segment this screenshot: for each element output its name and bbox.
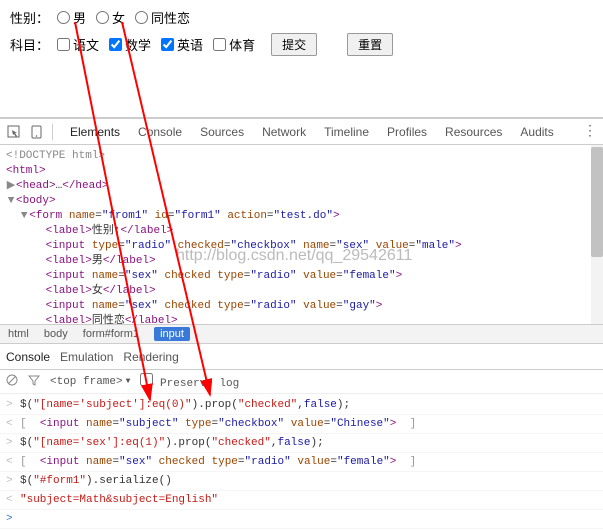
console-body[interactable]: >$("[name='subject']:eq(0)").prop("check… bbox=[0, 394, 603, 531]
el-doctype: <!DOCTYPE html> bbox=[6, 150, 105, 162]
tab-console[interactable]: Console bbox=[129, 120, 191, 144]
drawer-tab-rendering[interactable]: Rendering bbox=[123, 350, 178, 364]
elements-scrollbar[interactable] bbox=[591, 145, 603, 324]
tab-profiles[interactable]: Profiles bbox=[378, 120, 436, 144]
submit-button[interactable]: 提交 bbox=[271, 33, 317, 56]
tab-network[interactable]: Network bbox=[253, 120, 315, 144]
radio-female[interactable] bbox=[96, 11, 109, 24]
page-form-area: 性别： 男 女 同性恋 科目： 语文 数学 英语 体育 提交 重置 bbox=[0, 0, 603, 118]
drawer-tab-emulation[interactable]: Emulation bbox=[60, 350, 113, 364]
devtools-tabs: Elements Console Sources Network Timelin… bbox=[61, 120, 563, 144]
devtools: Elements Console Sources Network Timelin… bbox=[0, 118, 603, 531]
tab-audits[interactable]: Audits bbox=[511, 120, 562, 144]
filter-icon[interactable] bbox=[28, 374, 40, 390]
crumb-form[interactable]: form#form1 bbox=[83, 328, 139, 340]
opt-english[interactable]: 英语 bbox=[161, 35, 203, 54]
console-drawer-tabs: Console Emulation Rendering bbox=[0, 344, 603, 370]
reset-button[interactable]: 重置 bbox=[347, 33, 393, 56]
tab-timeline[interactable]: Timeline bbox=[315, 120, 378, 144]
drawer-tab-console[interactable]: Console bbox=[6, 350, 50, 364]
tab-sources[interactable]: Sources bbox=[191, 120, 253, 144]
opt-female[interactable]: 女 bbox=[96, 8, 125, 27]
devtools-toolbar: Elements Console Sources Network Timelin… bbox=[0, 119, 603, 145]
opt-pe[interactable]: 体育 bbox=[213, 35, 255, 54]
check-chinese[interactable] bbox=[57, 38, 70, 51]
elements-panel[interactable]: <!DOCTYPE html> <html> ▶<head>…</head> ▼… bbox=[0, 145, 603, 325]
breadcrumb: html body form#form1 input bbox=[0, 325, 603, 344]
row-sex: 性别： 男 女 同性恋 bbox=[10, 8, 593, 27]
label-sex: 性别： bbox=[10, 8, 49, 27]
inspect-icon[interactable] bbox=[6, 124, 21, 139]
console-subtoolbar: <top frame> ▼ Preserve log bbox=[0, 370, 603, 394]
check-pe[interactable] bbox=[213, 38, 226, 51]
frame-selector[interactable]: <top frame> ▼ bbox=[50, 376, 130, 388]
device-icon[interactable] bbox=[29, 124, 44, 139]
tab-resources[interactable]: Resources bbox=[436, 120, 511, 144]
radio-gay[interactable] bbox=[135, 11, 148, 24]
preserve-log[interactable]: Preserve log bbox=[140, 373, 239, 390]
label-subject: 科目： bbox=[10, 35, 49, 54]
radio-male[interactable] bbox=[57, 11, 70, 24]
tab-elements[interactable]: Elements bbox=[61, 120, 129, 144]
check-math[interactable] bbox=[109, 38, 122, 51]
crumb-html[interactable]: html bbox=[8, 328, 29, 340]
more-icon[interactable]: ⋮ bbox=[583, 123, 597, 140]
row-subject: 科目： 语文 数学 英语 体育 提交 重置 bbox=[10, 33, 593, 56]
opt-gay[interactable]: 同性恋 bbox=[135, 8, 190, 27]
clear-console-icon[interactable] bbox=[6, 374, 18, 390]
crumb-body[interactable]: body bbox=[44, 328, 68, 340]
opt-math[interactable]: 数学 bbox=[109, 35, 151, 54]
opt-chinese[interactable]: 语文 bbox=[57, 35, 99, 54]
check-english[interactable] bbox=[161, 38, 174, 51]
opt-male[interactable]: 男 bbox=[57, 8, 86, 27]
crumb-input[interactable]: input bbox=[154, 327, 190, 341]
